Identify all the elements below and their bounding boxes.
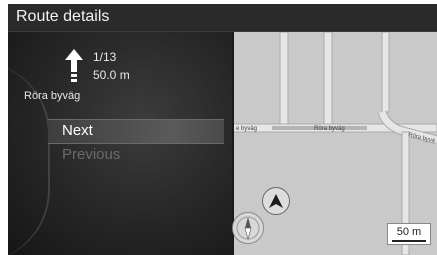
next-button[interactable]: Next (48, 119, 224, 144)
distance-value: 50.0 m (93, 68, 130, 82)
road-label-center: Röra byväg (314, 126, 345, 132)
previous-button[interactable]: Previous (62, 146, 120, 163)
title-bar: Route details (8, 4, 437, 32)
navigation-screen: Route details 1/13 50.0 m Röra byväg Nex… (8, 4, 437, 255)
scale-label: 50 m (396, 226, 422, 238)
map-scale: 50 m (387, 223, 431, 245)
turn-straight-arrow-icon (64, 48, 84, 91)
street-name: Röra byväg (24, 90, 81, 102)
step-counter: 1/13 (93, 50, 117, 64)
page-title: Route details (16, 8, 110, 25)
road-label-left: e byväg (236, 126, 257, 132)
compass-icon[interactable] (232, 212, 264, 244)
next-button-label: Next (62, 122, 93, 139)
route-details-panel: 1/13 50.0 m Röra byväg Next Previous (8, 32, 232, 255)
scale-bar (392, 240, 426, 242)
vehicle-position-icon (262, 187, 290, 215)
